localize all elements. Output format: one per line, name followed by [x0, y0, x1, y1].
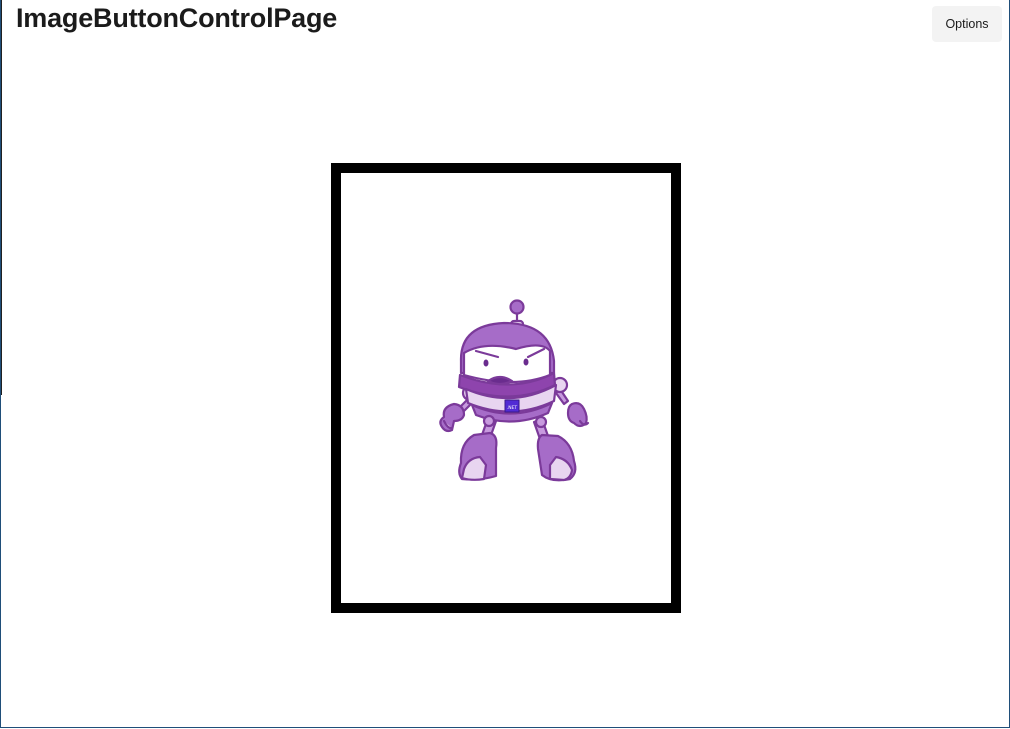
window-edge — [1, 0, 2, 395]
page-title: ImageButtonControlPage — [16, 3, 338, 33]
options-button[interactable]: Options — [932, 6, 1002, 42]
dotnet-bot-icon: .NET — [439, 299, 590, 482]
image-button[interactable]: .NET — [331, 163, 681, 613]
badge-label: .NET — [507, 405, 518, 411]
app-window: ImageButtonControlPage Options .NET — [0, 0, 1010, 728]
